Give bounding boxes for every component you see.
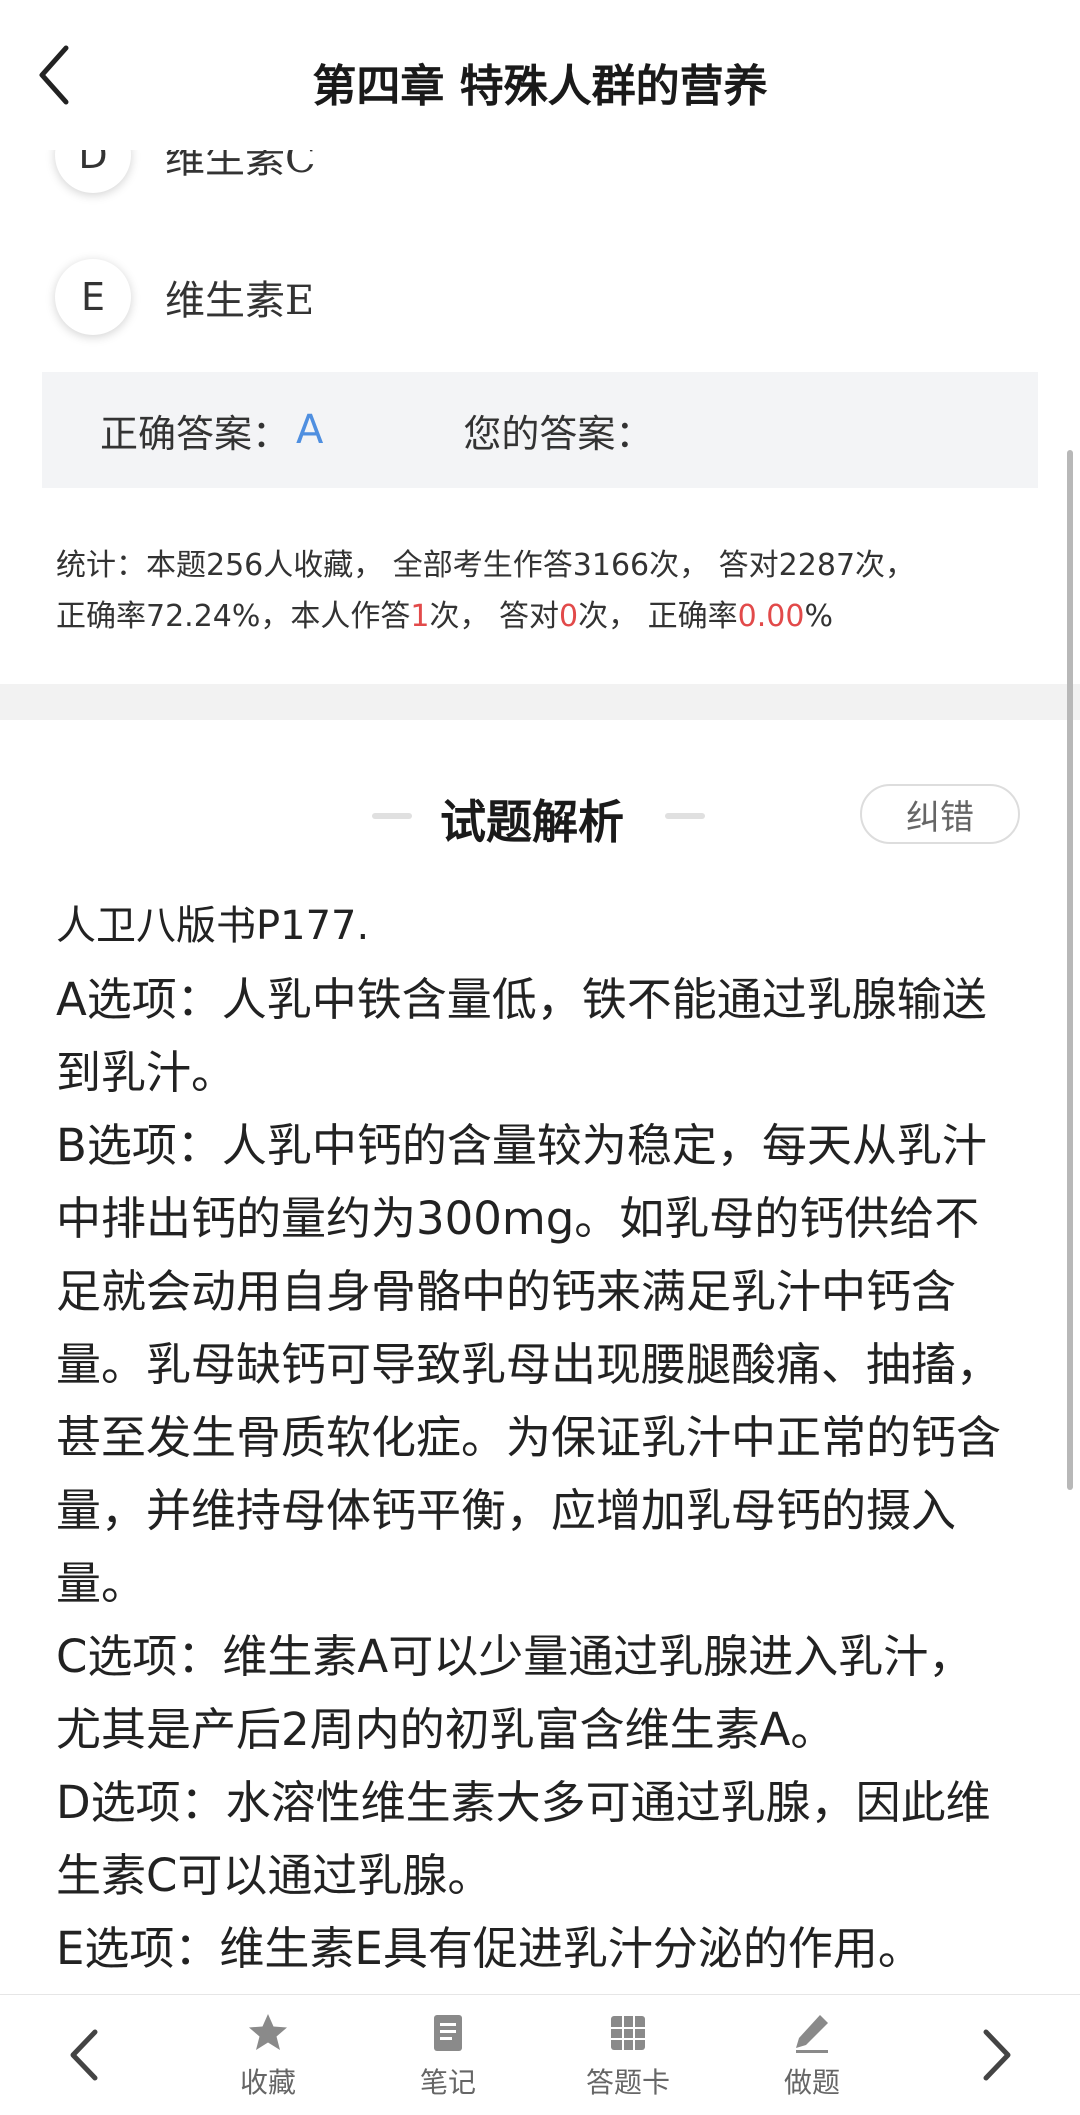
star-icon (249, 2014, 287, 2050)
notes-button[interactable]: 笔记 (388, 2005, 508, 2113)
answer-panel: 正确答案： A 您的答案： (42, 372, 1038, 488)
answer-card-label: 答题卡 (585, 2066, 670, 2099)
favorite-button[interactable]: 收藏 (208, 2005, 328, 2113)
self-correct-rate: 0.00 (737, 599, 805, 634)
chevron-right-icon (983, 2029, 1011, 2081)
section-divider (0, 684, 1080, 720)
pencil-icon (796, 2015, 828, 2053)
option-e[interactable]: E 维生素E (55, 257, 314, 337)
page-title: 第四章 特殊人群的营养 (312, 61, 768, 112)
do-question-button[interactable]: 做题 (752, 2005, 872, 2113)
statistics: 统计：本题256人收藏， 全部考生作答3166次， 答对2287次， 正确率72… (56, 540, 1046, 642)
analysis-paragraph: 人卫八版书P177. (56, 903, 370, 949)
favorite-label: 收藏 (239, 2066, 296, 2099)
analysis-paragraph: A选项：人乳中铁含量低，铁不能通过乳腺输送到乳汁。 (56, 973, 987, 1099)
self-correct-count: 0 (559, 599, 579, 634)
next-question-button[interactable] (966, 2020, 1026, 2090)
top-bar: 第四章 特殊人群的营养 (0, 0, 1080, 150)
title-dash-right (665, 813, 705, 819)
option-text: 维生素E (165, 278, 315, 324)
stats-text: 次， 答对 (429, 599, 560, 634)
answer-card-button[interactable]: 答题卡 (568, 2005, 688, 2113)
bottom-toolbar: 收藏 笔记 答题卡 做题 (0, 1994, 1080, 2115)
analysis-paragraph: D选项：水溶性维生素大多可通过乳腺，因此维生素C可以通过乳腺。 (56, 1776, 991, 1902)
do-question-label: 做题 (783, 2066, 840, 2099)
analysis-header: 试题解析 纠错 (0, 780, 1080, 850)
notes-label: 笔记 (419, 2066, 476, 2099)
scrollbar[interactable] (1067, 450, 1073, 1490)
analysis-body: 人卫八版书P177. A选项：人乳中铁含量低，铁不能通过乳腺输送到乳汁。 B选项… (56, 890, 1016, 1985)
analysis-paragraph: E选项：维生素E具有促进乳汁分泌的作用。 (56, 1922, 923, 1975)
your-answer-label: 您的答案： (463, 411, 654, 456)
correct-answer-value: A (296, 407, 324, 453)
stats-text: 次， 正确率 (578, 599, 738, 634)
analysis-paragraph: B选项：人乳中钙的含量较为稳定，每天从乳汁中排出钙的量约为300mg。如乳母的钙… (56, 1119, 1002, 1610)
analysis-paragraph: C选项：维生素A可以少量通过乳腺进入乳汁，尤其是产后2周内的初乳富含维生素A。 (56, 1630, 974, 1756)
self-answer-count: 1 (410, 599, 430, 634)
grid-icon (611, 2016, 645, 2050)
report-error-button[interactable]: 纠错 (860, 784, 1020, 844)
stats-text: 正确率72.24%，本人作答 (56, 599, 411, 634)
correct-answer-label: 正确答案： (100, 411, 291, 456)
stats-line-1: 统计：本题256人收藏， 全部考生作答3166次， 答对2287次， (56, 548, 916, 583)
prev-question-button[interactable] (55, 2020, 115, 2090)
stats-text: % (804, 599, 833, 634)
title-dash-left (372, 813, 412, 819)
analysis-title: 试题解析 (440, 795, 624, 849)
option-letter-badge: E (55, 259, 131, 335)
notebook-icon (434, 2015, 462, 2051)
chevron-left-icon (70, 2029, 98, 2081)
stats-line-2: 正确率72.24%，本人作答1次， 答对0次， 正确率0.00% (56, 591, 1046, 642)
